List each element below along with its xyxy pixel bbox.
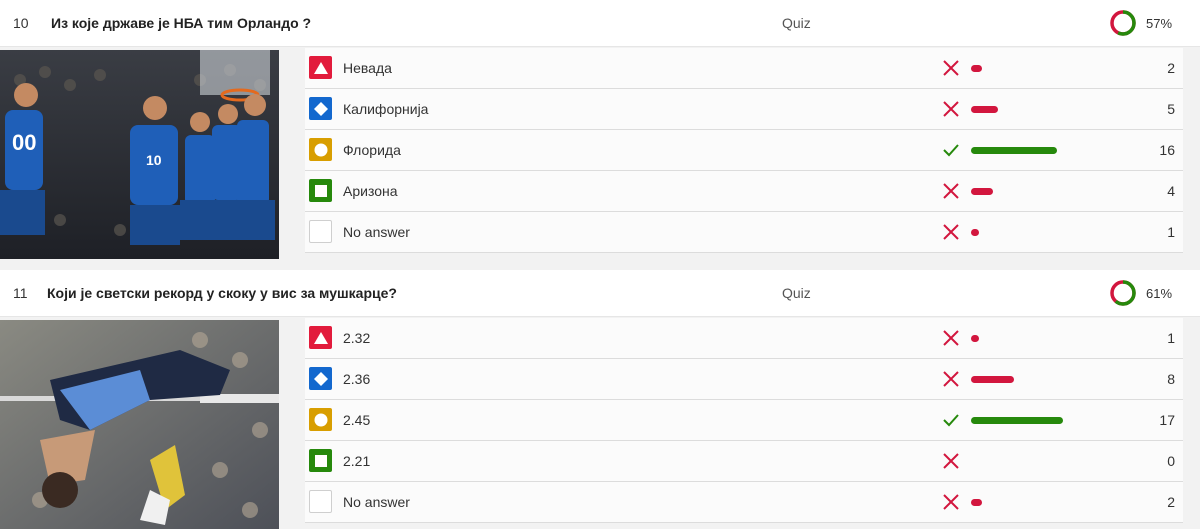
answer-label: 2.45 xyxy=(343,412,371,428)
diamond-icon xyxy=(309,367,332,390)
svg-text:00: 00 xyxy=(12,130,36,155)
question-type: Quiz xyxy=(782,15,811,31)
answer-row[interactable]: 2.21 0 xyxy=(305,441,1183,482)
answer-label: 2.21 xyxy=(343,453,371,469)
question-image-high-jump xyxy=(0,320,279,529)
answer-row[interactable]: 2.32 1 xyxy=(305,318,1183,359)
answer-row[interactable]: Калифорнија 5 xyxy=(305,89,1183,130)
answer-count: 8 xyxy=(1167,371,1175,387)
cross-icon xyxy=(943,453,959,469)
answer-bar xyxy=(971,188,993,195)
correct-percentage-donut xyxy=(1110,10,1136,36)
square-icon xyxy=(309,179,332,202)
question-type: Quiz xyxy=(782,285,811,301)
answer-bar xyxy=(971,147,1058,154)
answer-label: 2.32 xyxy=(343,330,371,346)
answer-bar xyxy=(971,417,1063,424)
answer-row[interactable]: No answer 2 xyxy=(305,482,1183,523)
correct-percentage: 57% xyxy=(1146,16,1173,31)
answer-count: 1 xyxy=(1167,330,1175,346)
answer-row[interactable]: Невада 2 xyxy=(305,48,1183,89)
correct-percentage-donut xyxy=(1110,280,1136,306)
answer-label: Калифорнија xyxy=(343,101,429,117)
answer-bar xyxy=(971,335,979,342)
svg-text:10: 10 xyxy=(146,152,162,168)
triangle-icon xyxy=(309,326,332,349)
answer-label: No answer xyxy=(343,224,410,240)
circle-icon xyxy=(309,138,332,161)
correct-percentage: 61% xyxy=(1146,286,1173,301)
answer-count: 17 xyxy=(1159,412,1175,428)
question-text: Који је светски рекорд у скоку у вис за … xyxy=(47,285,397,301)
answer-label: Невада xyxy=(343,60,392,76)
cross-icon xyxy=(943,494,959,510)
cross-icon xyxy=(943,330,959,346)
question-number: 11 xyxy=(13,285,28,301)
circle-icon xyxy=(309,408,332,431)
no-answer-box xyxy=(309,220,332,243)
answer-row[interactable]: No answer 1 xyxy=(305,212,1183,253)
no-answer-box xyxy=(309,490,332,513)
answer-count: 16 xyxy=(1159,142,1175,158)
answer-count: 5 xyxy=(1167,101,1175,117)
answer-label: Флорида xyxy=(343,142,401,158)
answer-count: 4 xyxy=(1167,183,1175,199)
answer-bar xyxy=(971,106,998,113)
question-header[interactable]: 10 Из које државе је НБА тим Орландо ? Q… xyxy=(0,0,1200,47)
answer-row[interactable]: Флорида 16 xyxy=(305,130,1183,171)
answer-count: 2 xyxy=(1167,60,1175,76)
answer-label: Аризона xyxy=(343,183,398,199)
check-icon xyxy=(943,414,959,427)
check-icon xyxy=(943,144,959,157)
cross-icon xyxy=(943,101,959,117)
answer-row[interactable]: 2.45 17 xyxy=(305,400,1183,441)
triangle-icon xyxy=(309,56,332,79)
question-number: 10 xyxy=(13,15,29,31)
answer-row[interactable]: 2.36 8 xyxy=(305,359,1183,400)
question-text: Из које државе је НБА тим Орландо ? xyxy=(51,15,312,31)
answer-bar xyxy=(971,376,1015,383)
cross-icon xyxy=(943,371,959,387)
question-image-basketball: 00 10 xyxy=(0,50,279,259)
answer-bar xyxy=(971,65,982,72)
square-icon xyxy=(309,449,332,472)
cross-icon xyxy=(943,224,959,240)
cross-icon xyxy=(943,183,959,199)
cross-icon xyxy=(943,60,959,76)
answer-count: 0 xyxy=(1167,453,1175,469)
answer-count: 2 xyxy=(1167,494,1175,510)
answer-label: 2.36 xyxy=(343,371,371,387)
question-header[interactable]: 11 Који је светски рекорд у скоку у вис … xyxy=(0,270,1200,317)
answer-bar xyxy=(971,229,979,236)
answer-row[interactable]: Аризона 4 xyxy=(305,171,1183,212)
answer-bar xyxy=(971,499,982,506)
answer-count: 1 xyxy=(1167,224,1175,240)
answer-label: No answer xyxy=(343,494,410,510)
diamond-icon xyxy=(309,97,332,120)
